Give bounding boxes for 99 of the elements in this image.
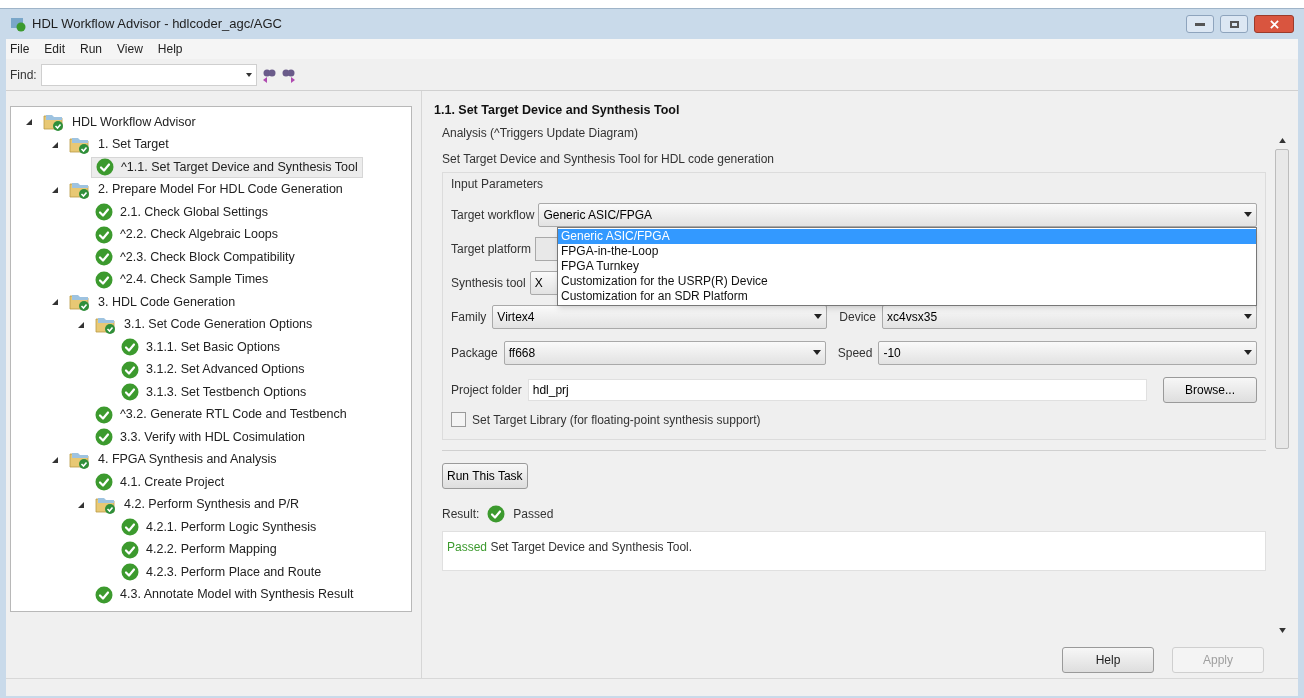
checkbox[interactable] (451, 412, 466, 428)
vertical-scrollbar[interactable] (1274, 137, 1290, 633)
check-icon (95, 405, 113, 424)
tree-item[interactable]: 4.2. Perform Synthesis and P/R (91, 494, 304, 516)
check-icon (95, 203, 113, 222)
tree-item[interactable]: ^3.2. Generate RTL Code and Testbench (91, 404, 351, 426)
result-label: Result: (442, 505, 480, 523)
check-icon (121, 338, 139, 357)
tree-item[interactable]: 4.1. Create Project (91, 471, 229, 493)
scroll-up-arrow-icon[interactable] (1278, 137, 1286, 143)
checkbox-label: Set Target Library (for floating-point synthesis support) (472, 411, 761, 429)
tree-item[interactable]: HDL Workflow Advisor (39, 111, 200, 133)
tree-item[interactable]: 2. Prepare Model For HDL Code Generation (65, 179, 347, 201)
maximize-button[interactable] (1220, 15, 1248, 33)
task-title: 1.1. Set Target Device and Synthesis Tool (434, 102, 681, 119)
description: Set Target Device and Synthesis Tool for HDL code generation (442, 150, 775, 168)
tree-item[interactable]: 3.1. Set Code Generation Options (91, 314, 317, 336)
collapse-arrow-icon[interactable] (51, 455, 59, 464)
folder-check-icon (69, 292, 91, 313)
tree-item[interactable]: 4.2.1. Perform Logic Synthesis (117, 516, 321, 538)
dropdown-arrow-icon (812, 350, 821, 356)
dropdown-arrow-icon (1244, 314, 1252, 320)
check-icon (121, 360, 139, 379)
check-icon (121, 540, 139, 559)
dropdown-arrow-icon (814, 314, 823, 320)
menu-item[interactable]: File (10, 40, 30, 58)
check-icon (121, 518, 139, 537)
field-label: Package (451, 344, 498, 362)
tree-item[interactable]: 2.1. Check Global Settings (91, 201, 272, 223)
check-icon (95, 270, 113, 289)
tree-item[interactable]: 4.2.3. Perform Place and Route (117, 561, 326, 583)
check-icon (95, 248, 113, 267)
tree-item[interactable]: 3. HDL Code Generation (65, 291, 240, 313)
find-field[interactable] (40, 63, 257, 86)
check-icon (95, 473, 113, 492)
field-label: Device (839, 308, 877, 326)
result-message: Passed Set Target Device and Synthesis Tool. (442, 530, 1266, 571)
group-title: Input Parameters (451, 175, 545, 193)
dropdown-arrow-icon (245, 72, 252, 77)
tree-item[interactable]: 3.3. Verify with HDL Cosimulation (91, 426, 310, 448)
result-status: Passed (513, 505, 554, 523)
collapse-arrow-icon[interactable] (25, 118, 33, 127)
collapse-arrow-icon[interactable] (51, 185, 59, 194)
tree-item[interactable]: 3.1.3. Set Testbench Options (117, 381, 311, 403)
check-icon (121, 563, 139, 582)
tree-item[interactable]: 4.3. Annotate Model with Synthesis Result (91, 584, 358, 606)
dropdown-arrow-icon (1244, 212, 1252, 218)
close-icon (1269, 19, 1279, 29)
check-icon (95, 585, 113, 604)
menu-item[interactable]: Run (80, 40, 103, 58)
collapse-arrow-icon[interactable] (51, 140, 59, 149)
tree-item[interactable]: ^2.3. Check Block Compatibility (91, 246, 299, 268)
collapse-arrow-icon[interactable] (77, 500, 85, 509)
device-dropdown[interactable]: xc4vsx35 (882, 304, 1257, 329)
package-dropdown[interactable]: ff668 (503, 340, 826, 365)
collapse-arrow-icon[interactable] (51, 298, 59, 307)
family-dropdown[interactable]: Virtex4 (492, 304, 828, 329)
field-label: Synthesis tool (451, 274, 526, 292)
dialog-button[interactable]: Help (1062, 646, 1154, 673)
scroll-down-arrow-icon[interactable] (1278, 627, 1286, 633)
menu-item[interactable]: View (117, 40, 143, 58)
close-button[interactable] (1254, 15, 1294, 33)
check-icon (121, 383, 139, 402)
dropdown-option[interactable]: Customization for the USRP(R) Device (558, 273, 1256, 289)
tree-item[interactable]: ^2.2. Check Algebraic Loops (91, 224, 283, 246)
tree-item[interactable]: ^2.4. Check Sample Times (91, 269, 273, 291)
tree-item[interactable]: 4.2.2. Perform Mapping (117, 539, 281, 561)
field-label: Target platform (451, 240, 532, 258)
dropdown-arrow-icon (1244, 350, 1252, 356)
check-icon (487, 504, 506, 523)
dropdown-option[interactable]: Customization for an SDR Platform (558, 288, 1256, 304)
check-icon (95, 225, 113, 244)
tree-item[interactable]: 3.1.2. Set Advanced Options (117, 359, 309, 381)
folder-check-icon (43, 112, 65, 133)
tree-item[interactable]: 3.1.1. Set Basic Options (117, 336, 285, 358)
field-label: Family (451, 308, 487, 326)
menu-item[interactable]: Edit (44, 40, 66, 58)
dropdown-option[interactable]: FPGA-in-the-Loop (558, 243, 1256, 259)
tree-item[interactable]: 1. Set Target (65, 134, 173, 156)
run-task-button[interactable]: Run This Task (442, 462, 528, 489)
collapse-arrow-icon[interactable] (77, 320, 85, 329)
tree-item[interactable]: 4. FPGA Synthesis and Analysis (65, 449, 281, 471)
browse-button[interactable]: Browse... (1163, 376, 1257, 403)
minimize-button[interactable] (1186, 15, 1214, 33)
check-icon (95, 428, 113, 447)
speed-dropdown[interactable]: -10 (878, 340, 1257, 365)
project-folder-field[interactable]: hdl_prj (527, 378, 1147, 401)
app-icon (10, 16, 26, 32)
section-heading: Analysis (^Triggers Update Diagram) (442, 124, 639, 142)
field-label: Project folder (451, 381, 522, 399)
field-label: Target workflow (451, 206, 535, 224)
check-icon (96, 158, 114, 177)
target-workflow-dropdown[interactable]: Generic ASIC/FPGA (538, 202, 1257, 227)
field-label: Speed (837, 344, 873, 362)
dropdown-option[interactable]: FPGA Turnkey (558, 258, 1256, 274)
menu-item[interactable]: Help (157, 40, 183, 58)
window-title: HDL Workflow Advisor - hdlcoder_agc/AGC (32, 15, 283, 34)
tree-item[interactable]: ^1.1. Set Target Device and Synthesis Tool (91, 156, 363, 178)
find-label: Find: (10, 66, 37, 84)
